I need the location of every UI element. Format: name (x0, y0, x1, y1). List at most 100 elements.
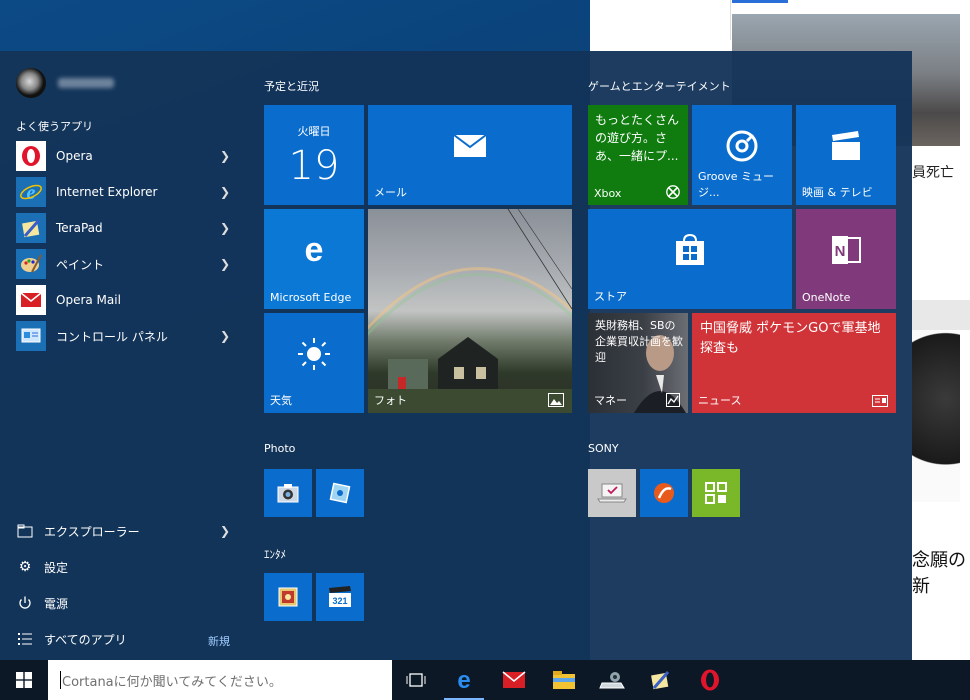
power-icon (16, 594, 34, 612)
cortana-search-input[interactable]: Cortanaに何か聞いてみてください。 (48, 660, 392, 700)
tile-xbox[interactable]: もっとたくさんの遊び方。さあ、一緒にプ... Xbox (588, 105, 688, 205)
tile-label: Microsoft Edge (270, 291, 352, 304)
group-title-sony[interactable]: SONY (588, 442, 619, 455)
group-title-photo[interactable]: Photo (264, 442, 295, 455)
task-view-button[interactable] (392, 660, 440, 700)
gear-icon: ⚙ (18, 559, 32, 575)
media-app-icon (264, 573, 312, 621)
sun-icon (264, 313, 364, 395)
app-label: TeraPad (56, 221, 103, 235)
tile-photo-app-1[interactable] (264, 469, 312, 517)
start-menu: よく使うアプリ Opera ❯ e Internet Explorer ❯ Te… (0, 51, 912, 660)
chevron-right-icon[interactable]: ❯ (220, 329, 230, 343)
username (58, 78, 114, 88)
chevron-right-icon[interactable]: ❯ (220, 524, 230, 538)
chevron-right-icon[interactable]: ❯ (220, 221, 230, 235)
power-button[interactable]: 電源 (16, 585, 240, 621)
tile-onenote[interactable]: N OneNote (796, 209, 896, 309)
settings-label: 設定 (44, 560, 69, 575)
ie-icon: e (16, 177, 46, 207)
taskbar-opera[interactable] (686, 660, 734, 700)
store-bag-icon (588, 209, 792, 291)
edge-icon: e (264, 209, 364, 291)
svg-text:e: e (305, 233, 324, 267)
app-item-paint[interactable]: ペイント ❯ (16, 246, 240, 282)
chart-icon (666, 393, 680, 407)
news-headline: 中国脅威 ポケモンGOで軍基地探査も (700, 321, 881, 356)
user-account[interactable] (16, 68, 114, 98)
settings-button[interactable]: ⚙ 設定 (16, 549, 240, 585)
news-photo-2[interactable] (912, 330, 960, 502)
app-label: Internet Explorer (56, 185, 158, 199)
newspaper-icon (872, 395, 888, 407)
group-title-schedule[interactable]: 予定と近況 (264, 78, 319, 94)
svg-text:e: e (457, 668, 470, 692)
app-item-control-panel[interactable]: コントロール パネル ❯ (16, 318, 240, 354)
tile-weather[interactable]: 天気 (264, 313, 364, 413)
taskbar-file-explorer[interactable] (540, 660, 588, 700)
svg-text:321: 321 (332, 596, 347, 606)
headline-1[interactable]: 員死亡 (912, 162, 954, 182)
xbox-icon (666, 185, 680, 199)
app-item-opera-mail[interactable]: Opera Mail (16, 282, 240, 318)
mail-icon (502, 671, 526, 688)
app-item-internet-explorer[interactable]: e Internet Explorer ❯ (16, 174, 240, 210)
explorer-button[interactable]: エクスプローラー ❯ (16, 513, 240, 549)
grid-apps-icon (692, 469, 740, 517)
app-item-opera[interactable]: Opera ❯ (16, 138, 240, 174)
avatar (16, 68, 46, 98)
control-panel-icon (16, 321, 46, 351)
tile-label: OneNote (802, 291, 851, 304)
tile-movies-tv[interactable]: 映画 & テレビ (796, 105, 896, 205)
tile-sony-app-2[interactable] (640, 469, 688, 517)
start-button[interactable] (0, 660, 48, 700)
tile-photo-app-2[interactable] (316, 469, 364, 517)
tile-money[interactable]: 英財務相、SBの企業買収計画を歓迎 マネー (588, 313, 688, 413)
search-placeholder: Cortanaに何か聞いてみてください。 (62, 674, 282, 690)
chevron-right-icon[interactable]: ❯ (220, 185, 230, 199)
group-title-games[interactable]: ゲームとエンターテイメント (588, 78, 731, 94)
tile-sony-app-1[interactable] (588, 469, 636, 517)
app-label: Opera Mail (56, 293, 121, 307)
taskbar-edge[interactable]: e (440, 660, 488, 700)
chevron-right-icon[interactable]: ❯ (220, 257, 230, 271)
tile-news[interactable]: 中国脅威 ポケモンGOで軍基地探査も ニュース (692, 313, 896, 413)
app-label: Opera (56, 149, 93, 163)
tile-photos[interactable]: フォト (368, 209, 572, 413)
tile-label: Xbox (594, 187, 622, 200)
app-item-terapad[interactable]: TeraPad ❯ (16, 210, 240, 246)
tile-store[interactable]: ストア (588, 209, 792, 309)
tile-sony-app-3[interactable] (692, 469, 740, 517)
tile-label: ニュース (698, 394, 742, 407)
opera-icon (16, 141, 46, 171)
explorer-label: エクスプローラー (44, 524, 140, 539)
app-label: ペイント (56, 257, 105, 272)
all-apps-button[interactable]: すべてのアプリ 新規 (16, 621, 240, 657)
tile-label: 映画 & テレビ (802, 186, 873, 199)
tile-calendar[interactable]: 火曜日 19 (264, 105, 364, 205)
money-headline: 英財務相、SBの企業買収計画を歓迎 (595, 319, 683, 364)
image-icon (548, 393, 564, 407)
xbox-promo-text: もっとたくさんの遊び方。さあ、一緒にプ... (595, 113, 680, 163)
chevron-right-icon[interactable]: ❯ (220, 149, 230, 163)
video-editor-icon: 321 (316, 573, 364, 621)
taskbar-opera-mail[interactable] (490, 660, 538, 700)
tile-label: Groove ミュージ... (698, 170, 775, 199)
tile-microsoft-edge[interactable]: e Microsoft Edge (264, 209, 364, 309)
new-badge: 新規 (208, 635, 230, 648)
tile-entame-app-2[interactable]: 321 (316, 573, 364, 621)
start-bottom-list: エクスプローラー ❯ ⚙ 設定 電源 すべてのアプリ 新規 (16, 513, 240, 657)
headline-2[interactable]: 念願の新 (912, 546, 970, 598)
tile-mail[interactable]: メール (368, 105, 572, 205)
app-label: コントロール パネル (56, 329, 168, 344)
tile-entame-app-1[interactable] (264, 573, 312, 621)
power-label: 電源 (44, 596, 69, 611)
windows-logo-icon (16, 672, 32, 688)
taskbar-terapad[interactable] (636, 660, 684, 700)
rainbow-photo (368, 209, 572, 413)
taskbar: Cortanaに何か聞いてみてください。 e (0, 660, 970, 700)
taskbar-network-app[interactable] (588, 660, 636, 700)
onenote-icon: N (796, 209, 896, 291)
tile-groove-music[interactable]: Groove ミュージ... (692, 105, 792, 205)
group-title-entame[interactable]: ｴﾝﾀﾒ (264, 546, 286, 562)
